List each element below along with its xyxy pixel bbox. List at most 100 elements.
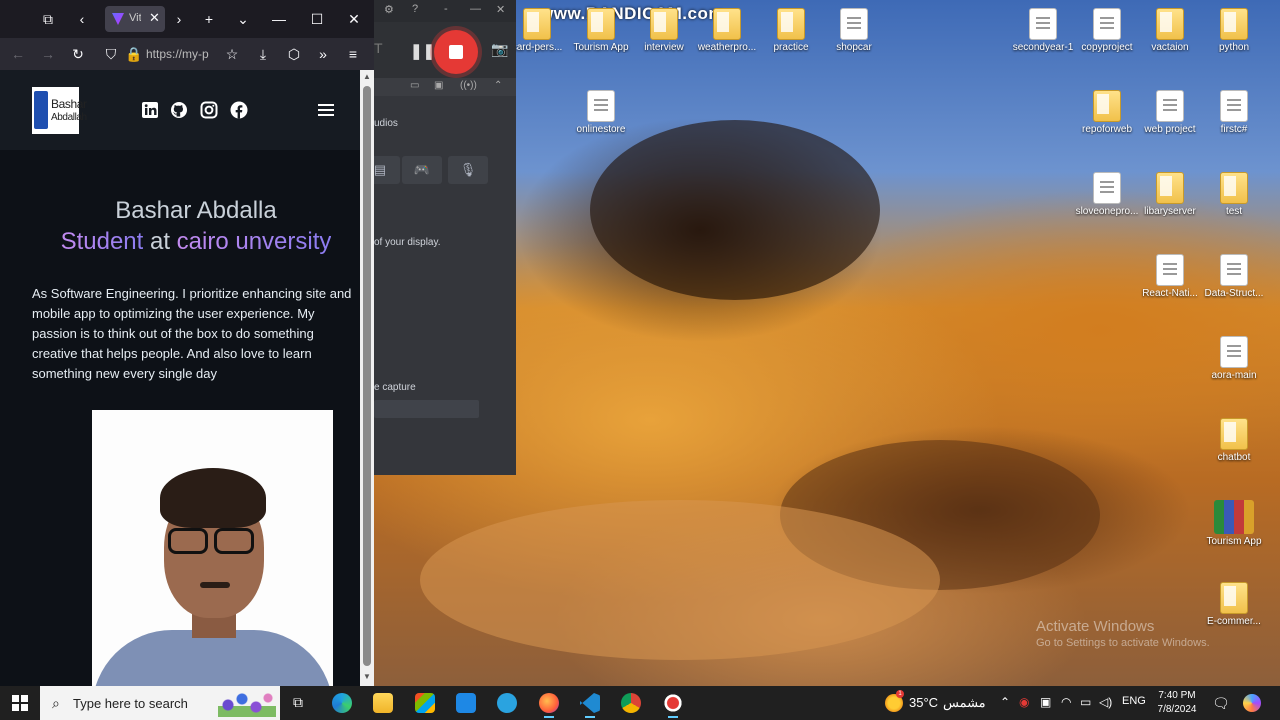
desktop-icon[interactable]: shopcar <box>819 8 889 53</box>
language-indicator[interactable]: ENG <box>1122 695 1146 707</box>
stop-recording-button[interactable] <box>434 30 478 74</box>
desktop-icon[interactable]: web project <box>1135 90 1205 135</box>
chrome-icon <box>621 693 641 713</box>
desktop-icon[interactable]: test <box>1199 172 1269 217</box>
scroll-down-arrow[interactable]: ▼ <box>360 672 374 681</box>
settings-icon[interactable]: ⚙ <box>384 3 394 16</box>
lock-icon[interactable]: 🔒 <box>124 44 144 64</box>
desktop-icon[interactable]: vactaion <box>1135 8 1205 53</box>
url-bar[interactable]: https://my-p <box>146 47 216 61</box>
desktop-icon[interactable]: firstc# <box>1199 90 1269 135</box>
new-tab-icon[interactable]: + <box>199 9 219 29</box>
bandicam-input-bar[interactable] <box>374 400 479 418</box>
close-tab-icon[interactable]: ✕ <box>149 10 160 26</box>
scrollbar-thumb[interactable] <box>363 86 371 666</box>
desktop-icon[interactable]: repoforweb <box>1072 90 1142 135</box>
instagram-icon[interactable] <box>200 101 218 119</box>
webcam-tray-icon[interactable]: ▣ <box>1040 695 1051 709</box>
desktop-icon[interactable]: sloveonepro... <box>1072 172 1142 217</box>
menu-icon[interactable]: ≡ <box>343 44 363 64</box>
windows-start-icon[interactable] <box>12 695 28 711</box>
minimize-button[interactable]: — <box>470 3 481 15</box>
taskbar-clock[interactable]: 7:40 PM 7/8/2024 <box>1150 689 1204 717</box>
notifications-icon[interactable]: 🗨 <box>1212 695 1230 712</box>
scroll-up-arrow[interactable]: ▲ <box>360 72 374 81</box>
volume-icon[interactable]: ◁) <box>1099 695 1112 709</box>
desktop-icon[interactable]: React-Nati... <box>1135 254 1205 299</box>
folder-icon <box>1220 582 1248 614</box>
tab-scroll-right-icon[interactable]: › <box>169 9 189 29</box>
desktop-icon[interactable]: aora-main <box>1199 336 1269 381</box>
file-explorer-taskbar-button[interactable] <box>366 688 400 718</box>
reload-icon[interactable]: ↻ <box>68 44 88 64</box>
audio-mode-button[interactable]: 🎙 <box>448 156 488 184</box>
mail-taskbar-button[interactable] <box>449 688 483 718</box>
bandicam-taskbar-button[interactable] <box>656 688 690 718</box>
game-mode-button[interactable]: 🎮 <box>402 156 442 184</box>
logo-mark <box>34 91 48 129</box>
bookmark-star-icon[interactable]: ☆ <box>222 44 242 64</box>
broadcast-icon[interactable]: ((•)) <box>460 80 477 91</box>
store-taskbar-button[interactable] <box>408 688 442 718</box>
desktop-icon[interactable]: interview <box>629 8 699 53</box>
webcam-icon[interactable]: ▭ <box>410 80 419 91</box>
weather-description[interactable]: مشمس <box>943 695 986 711</box>
linkedin-icon[interactable] <box>141 101 159 119</box>
photo-moustache <box>200 582 230 588</box>
browser-tab[interactable]: Vit ✕ <box>105 6 165 32</box>
hamburger-menu-icon[interactable] <box>318 104 334 116</box>
github-icon[interactable] <box>170 101 188 119</box>
shield-icon[interactable]: ⛉ <box>101 44 121 64</box>
desktop-icon[interactable]: copyproject <box>1072 8 1142 53</box>
desktop-icon[interactable]: chatbot <box>1199 418 1269 463</box>
bandicam-window[interactable]: ⚙ ? - — ✕ T ❚❚ 📷 ▭ ▣ ((•)) ⌃ udios ▤ 🎮 🎙… <box>360 0 516 475</box>
edge-taskbar-button[interactable] <box>325 688 359 718</box>
help-icon[interactable]: ? <box>412 3 418 15</box>
desktop-icon[interactable]: onlinestore <box>566 90 636 135</box>
maximize-window-icon[interactable]: ☐ <box>307 9 327 29</box>
chevron-up-icon[interactable]: ⌃ <box>494 80 502 91</box>
desktop-icon[interactable]: secondyear-1 <box>1008 8 1078 53</box>
desktop-icon[interactable]: Tourism App <box>1199 500 1269 547</box>
pause-button[interactable]: ❚❚ <box>410 42 435 60</box>
list-tabs-icon[interactable]: ⌄ <box>233 9 253 29</box>
tab-scroll-left-icon[interactable]: ‹ <box>72 9 92 29</box>
camera-icon[interactable]: 📷 <box>491 41 508 58</box>
facebook-icon[interactable] <box>230 101 248 119</box>
back-icon[interactable]: ← <box>8 44 28 64</box>
desktop-icon[interactable]: Tourism App <box>566 8 636 53</box>
desktop-icon[interactable]: Data-Struct... <box>1199 254 1269 299</box>
task-view-button[interactable]: ⧉ <box>283 688 317 718</box>
minimize-window-icon[interactable]: — <box>269 9 289 29</box>
firefox-taskbar-button[interactable] <box>532 688 566 718</box>
copilot-icon[interactable] <box>1243 694 1261 712</box>
desktop-icon[interactable]: libaryserver <box>1135 172 1205 217</box>
desktop-icon[interactable]: practice <box>756 8 826 53</box>
profile-photo <box>92 410 333 686</box>
chevron-up-icon[interactable]: ⌃ <box>1000 695 1010 709</box>
close-icon[interactable]: ✕ <box>496 3 505 16</box>
close-window-icon[interactable]: ✕ <box>344 9 364 29</box>
text-tool-icon[interactable]: T <box>374 40 383 56</box>
vscode-taskbar-button[interactable] <box>573 688 607 718</box>
minimize-icon[interactable]: - <box>444 3 448 15</box>
more-tools-icon[interactable]: » <box>313 44 333 64</box>
battery-icon[interactable]: ▭ <box>1080 695 1091 709</box>
wifi-icon[interactable]: ◠ <box>1061 695 1071 709</box>
chrome-taskbar-button[interactable] <box>614 688 648 718</box>
telegram-taskbar-button[interactable] <box>490 688 524 718</box>
download-icon[interactable]: ⤓ <box>253 44 273 64</box>
tab-overview-icon[interactable]: ⧉ <box>38 9 58 29</box>
site-logo[interactable]: Bashar Abdallah <box>32 87 87 134</box>
extensions-icon[interactable]: ⬡ <box>284 44 304 64</box>
forward-icon[interactable]: → <box>38 44 58 64</box>
folder-icon <box>1156 8 1184 40</box>
image-icon[interactable]: ▣ <box>434 80 443 91</box>
page-scrollbar[interactable]: ▲ ▼ <box>360 70 374 686</box>
weather-temperature[interactable]: 35°C <box>909 695 938 710</box>
desktop-icon[interactable]: weatherpro... <box>692 8 762 53</box>
recording-tray-icon[interactable]: ◉ <box>1019 695 1029 709</box>
taskbar-search-box[interactable]: ⌕ Type here to search <box>40 686 280 720</box>
desktop-icon-label: sloveonepro... <box>1075 206 1139 217</box>
desktop-icon[interactable]: python <box>1199 8 1269 53</box>
